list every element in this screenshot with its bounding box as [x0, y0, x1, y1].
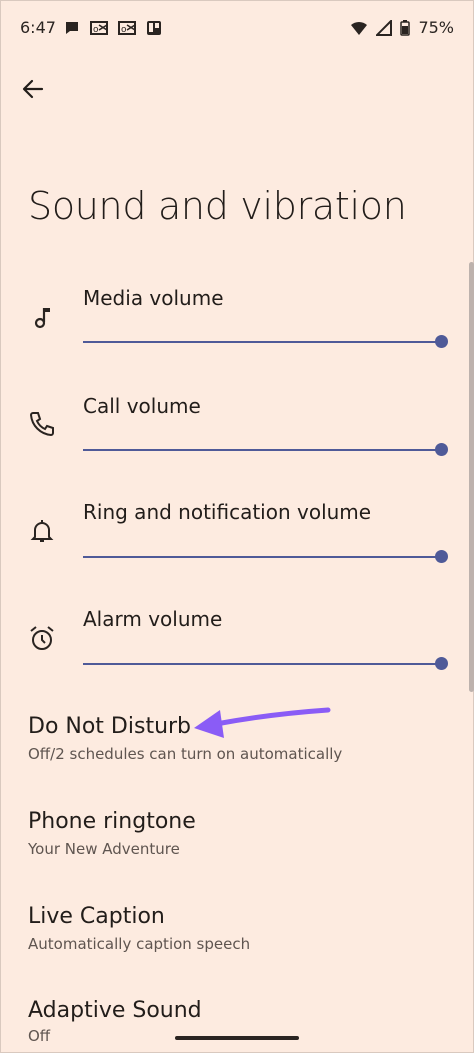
bell-icon	[30, 520, 54, 542]
alarm-volume-thumb[interactable]	[435, 657, 448, 670]
page-title: Sound and vibration	[28, 184, 407, 228]
live-caption-title: Live Caption	[28, 904, 165, 929]
phone-ringtone-item[interactable]: Phone ringtone Your New Adventure	[28, 809, 448, 858]
back-button[interactable]	[14, 70, 52, 108]
alarm-volume-slider[interactable]	[83, 657, 448, 670]
signal-icon	[376, 19, 393, 36]
gesture-nav-handle[interactable]	[175, 1036, 299, 1040]
outlook-icon: o	[118, 21, 136, 35]
notification-icons: o o	[64, 18, 162, 38]
ring-volume-label: Ring and notification volume	[83, 500, 372, 524]
alarm-clock-icon	[30, 626, 54, 650]
battery-icon	[400, 19, 411, 36]
call-volume-slider[interactable]	[83, 443, 448, 456]
annotation-arrow-icon	[194, 707, 331, 738]
phone-ringtone-subtitle: Your New Adventure	[28, 840, 180, 858]
ring-volume-row: Ring and notification volume	[0, 500, 474, 600]
alarm-volume-label: Alarm volume	[83, 607, 223, 631]
svg-text:o: o	[93, 25, 99, 35]
call-volume-row: Call volume	[0, 392, 474, 492]
status-bar: 6:47 o o 75%	[0, 0, 474, 56]
adaptive-sound-title: Adaptive Sound	[28, 998, 202, 1023]
music-note-icon	[34, 308, 50, 329]
ring-volume-slider[interactable]	[83, 550, 448, 563]
phone-ringtone-title: Phone ringtone	[28, 809, 196, 834]
arrow-left-icon	[22, 79, 44, 99]
call-volume-label: Call volume	[83, 394, 201, 418]
call-volume-thumb[interactable]	[435, 443, 448, 456]
ring-volume-thumb[interactable]	[435, 550, 448, 563]
svg-text:o: o	[121, 25, 127, 35]
media-volume-thumb[interactable]	[435, 335, 448, 348]
live-caption-subtitle: Automatically caption speech	[28, 935, 251, 953]
wifi-icon	[351, 21, 368, 35]
battery-percent: 75%	[418, 18, 454, 37]
media-volume-slider[interactable]	[83, 335, 448, 348]
trello-icon	[147, 21, 161, 35]
outlook-icon: o	[90, 21, 108, 35]
live-caption-item[interactable]: Live Caption Automatically caption speec…	[28, 904, 448, 953]
do-not-disturb-subtitle: Off/2 schedules can turn on automaticall…	[28, 745, 343, 763]
chat-bubble-icon	[66, 22, 78, 34]
media-volume-label: Media volume	[83, 286, 224, 310]
status-time: 6:47	[20, 18, 56, 37]
system-icons: 75%	[350, 18, 454, 37]
alarm-volume-row: Alarm volume	[0, 607, 474, 707]
media-volume-row: Media volume	[0, 284, 474, 384]
phone-icon	[29, 412, 54, 437]
